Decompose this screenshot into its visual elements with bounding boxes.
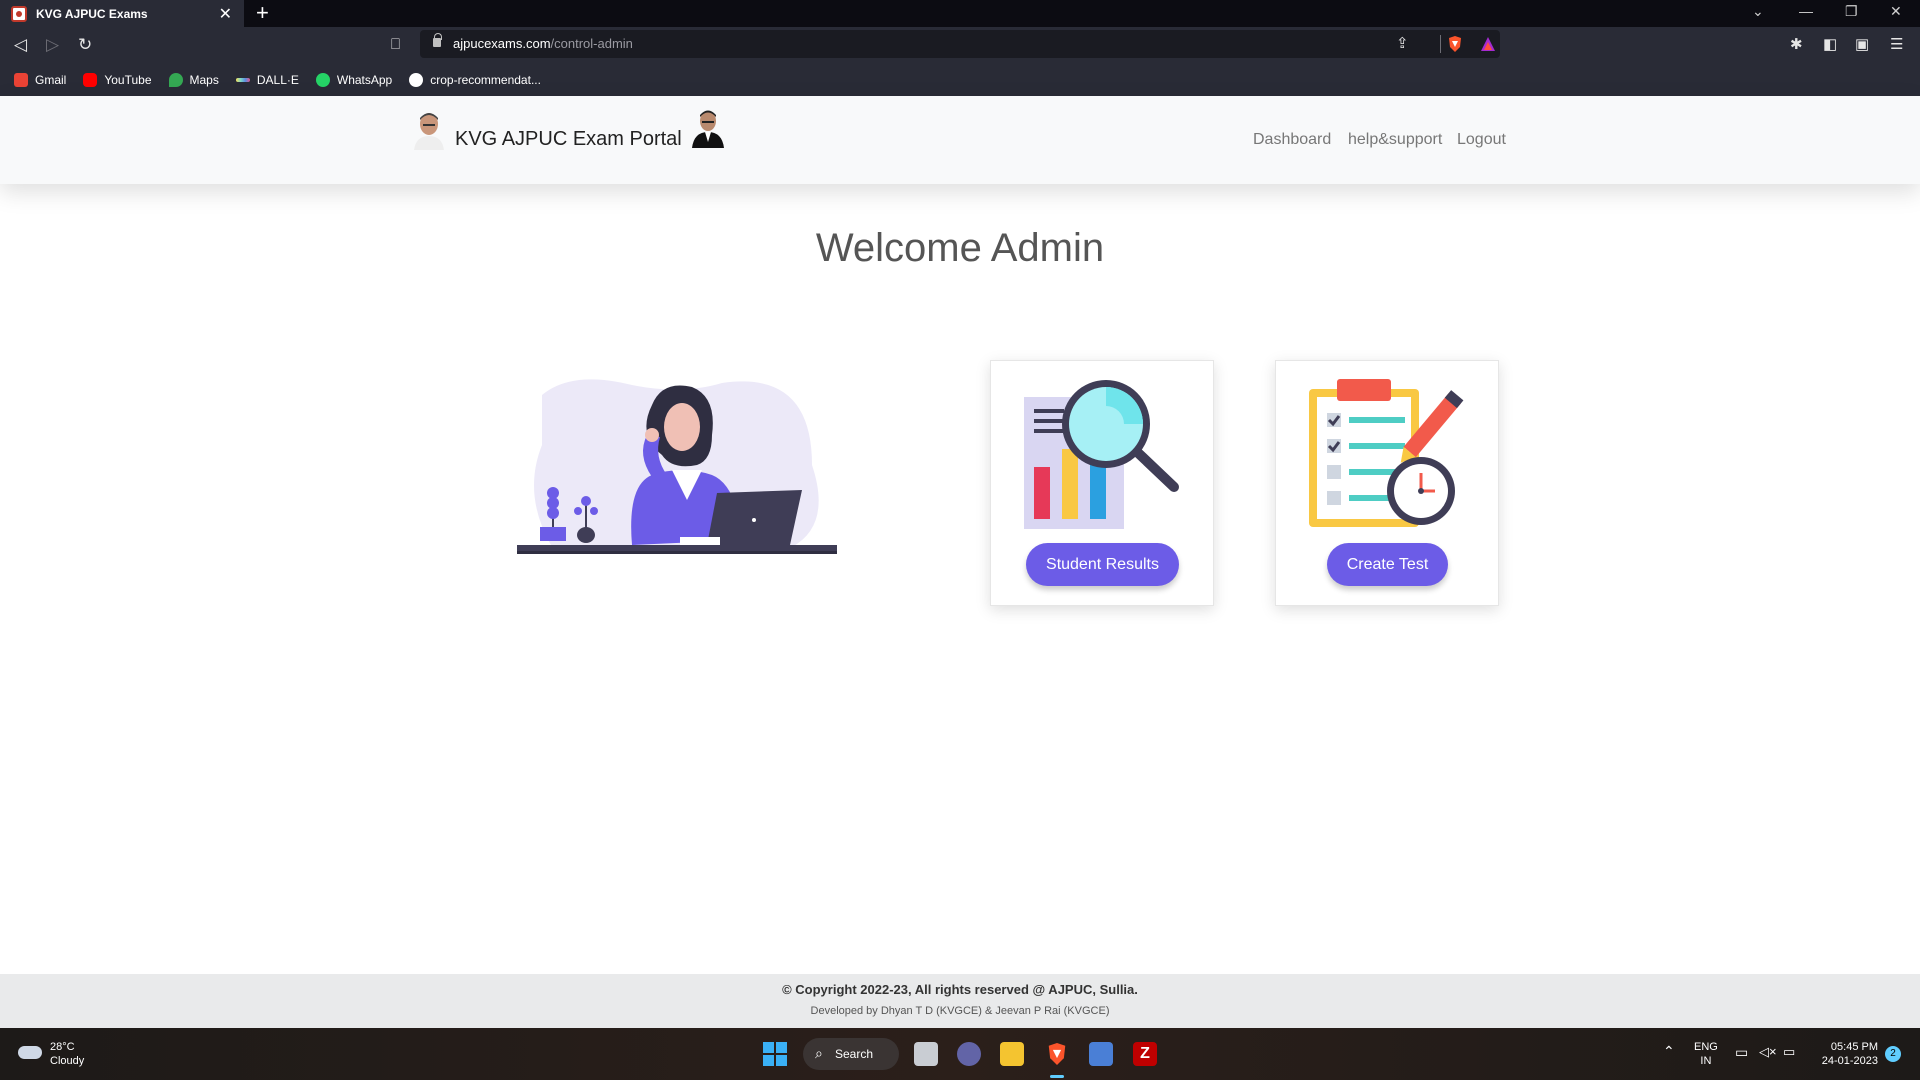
browser-tab[interactable]: KVG AJPUC Exams ✕ (0, 0, 244, 27)
founder-portrait-left-avatar (414, 113, 444, 150)
bookmark-icon[interactable]: ⎕ (391, 35, 400, 55)
wallet-icon[interactable]: ▣ (1855, 35, 1869, 55)
bookmark-item-maps[interactable]: Maps (168, 72, 219, 87)
address-bar[interactable]: ajpucexams.com/control-admin ⇪ (420, 30, 1500, 58)
dalle-icon (235, 77, 250, 82)
tab-close-icon[interactable]: ✕ (219, 4, 232, 24)
bookmarks-bar: Gmail YouTube Maps DALL·E WhatsApp crop-… (0, 63, 1920, 96)
results-magnifier-icon (1024, 380, 1179, 529)
weather-condition: Cloudy (50, 1055, 85, 1067)
minimize-icon[interactable]: — (1799, 3, 1813, 19)
tray-overflow-chevron-icon[interactable]: ⌃ (1663, 1044, 1675, 1058)
taskbar-search-label: Search (835, 1047, 874, 1061)
bookmark-label: WhatsApp (336, 72, 393, 87)
cloud-icon (18, 1046, 42, 1059)
developer-credit-text: Developed by Dhyan T D (KVGCE) & Jeevan … (810, 1005, 1110, 1017)
student-results-card[interactable]: Student Results (990, 360, 1214, 606)
brave-shields-icon[interactable] (1447, 35, 1463, 53)
site-footer: © Copyright 2022-23, All rights reserved… (0, 974, 1920, 1028)
gmail-icon (14, 72, 28, 87)
new-tab-button[interactable]: + (256, 2, 269, 24)
display-icon[interactable]: ▭ (1735, 1045, 1748, 1059)
file-explorer-icon[interactable] (1000, 1042, 1024, 1066)
region-code: IN (1700, 1055, 1712, 1067)
url-text: ajpucexams.com/control-admin (453, 36, 633, 51)
student-results-button[interactable]: Student Results (1026, 543, 1179, 586)
bookmark-label: crop-recommendat... (430, 72, 541, 87)
task-view-icon[interactable] (914, 1042, 938, 1066)
language-code: ENG (1694, 1041, 1718, 1053)
extensions-icon[interactable]: ✱ (1790, 35, 1803, 55)
admin-woman-laptop-illustration (517, 379, 837, 554)
create-test-card[interactable]: Create Test (1275, 360, 1499, 606)
language-indicator[interactable]: ENG IN (1694, 1040, 1718, 1068)
clock-time: 05:45 PM (1830, 1041, 1878, 1053)
forward-icon[interactable]: ▷ (46, 35, 59, 55)
notification-badge[interactable]: 2 (1885, 1046, 1901, 1062)
menu-icon[interactable]: ☰ (1890, 35, 1903, 55)
restore-icon[interactable]: ❐ (1845, 3, 1858, 20)
windows-taskbar: 28°C Cloudy ⌕ Search Z ⌃ ENG IN ▭ ◁× ▭ 0… (0, 1028, 1920, 1080)
bookmark-label: YouTube (104, 72, 152, 87)
whatsapp-icon (315, 72, 330, 87)
nav-dashboard-link[interactable]: Dashboard (1253, 131, 1331, 149)
maps-icon (168, 72, 183, 87)
divider (1440, 35, 1441, 53)
weather-widget[interactable]: 28°C Cloudy (18, 1040, 84, 1068)
bookmark-item-gmail[interactable]: Gmail (14, 72, 67, 87)
site-favicon-icon (11, 5, 27, 22)
bookmark-item-dalle[interactable]: DALL·E (235, 72, 299, 87)
tab-title: KVG AJPUC Exams (36, 6, 148, 21)
url-host: ajpucexams.com (453, 36, 551, 51)
bookmark-label: Gmail (35, 72, 67, 87)
clock-date: 24-01-2023 (1821, 1055, 1878, 1067)
youtube-icon (83, 72, 98, 87)
brand-title[interactable]: KVG AJPUC Exam Portal (455, 128, 682, 151)
browser-tab-strip: KVG AJPUC Exams ✕ + ⌄ — ❐ ✕ (0, 0, 1920, 27)
weather-temperature: 28°C (50, 1041, 75, 1053)
windows-start-icon[interactable] (763, 1042, 787, 1066)
create-test-button[interactable]: Create Test (1327, 543, 1448, 586)
bookmark-item-github[interactable]: crop-recommendat... (409, 72, 541, 87)
active-app-indicator (1050, 1075, 1064, 1078)
copyright-text: © Copyright 2022-23, All rights reserved… (782, 982, 1138, 997)
bookmark-item-youtube[interactable]: YouTube (83, 72, 152, 87)
search-icon: ⌕ (815, 1045, 823, 1061)
url-path: /control-admin (550, 36, 633, 51)
volume-muted-icon[interactable]: ◁× (1759, 1045, 1777, 1059)
browser-toolbar: ◁ ▷ ↻ ⎕ ajpucexams.com/control-admin ⇪ ✱… (0, 27, 1920, 63)
sidebar-icon[interactable]: ◧ (1823, 35, 1837, 55)
back-icon[interactable]: ◁ (14, 35, 27, 55)
teams-chat-icon[interactable] (957, 1042, 981, 1066)
bookmark-label: Maps (189, 72, 219, 87)
taskbar-search-button[interactable]: ⌕ Search (803, 1038, 899, 1070)
network-app-icon[interactable] (1089, 1042, 1113, 1066)
tab-search-chevron-icon[interactable]: ⌄ (1752, 3, 1764, 20)
bookmark-label: DALL·E (256, 72, 299, 87)
nav-logout-link[interactable]: Logout (1457, 131, 1506, 149)
welcome-heading: Welcome Admin (815, 226, 1105, 270)
share-icon[interactable]: ⇪ (1396, 34, 1409, 54)
github-icon (409, 72, 424, 87)
founder-portrait-right-avatar (692, 110, 724, 148)
window-close-icon[interactable]: ✕ (1890, 3, 1902, 20)
site-navbar: KVG AJPUC Exam Portal Dashboard help&sup… (0, 96, 1920, 184)
reload-icon[interactable]: ↻ (78, 35, 92, 55)
bookmark-item-whatsapp[interactable]: WhatsApp (315, 72, 393, 87)
clock[interactable]: 05:45 PM 24-01-2023 (1814, 1040, 1878, 1068)
brave-browser-icon[interactable] (1046, 1041, 1068, 1067)
nav-help-support-link[interactable]: help&support (1348, 131, 1442, 149)
lock-icon (433, 33, 442, 47)
brave-rewards-icon[interactable] (1480, 36, 1496, 52)
filezilla-icon[interactable]: Z (1133, 1042, 1157, 1066)
battery-icon[interactable]: ▭ (1783, 1045, 1795, 1059)
clipboard-test-icon (1309, 379, 1464, 527)
